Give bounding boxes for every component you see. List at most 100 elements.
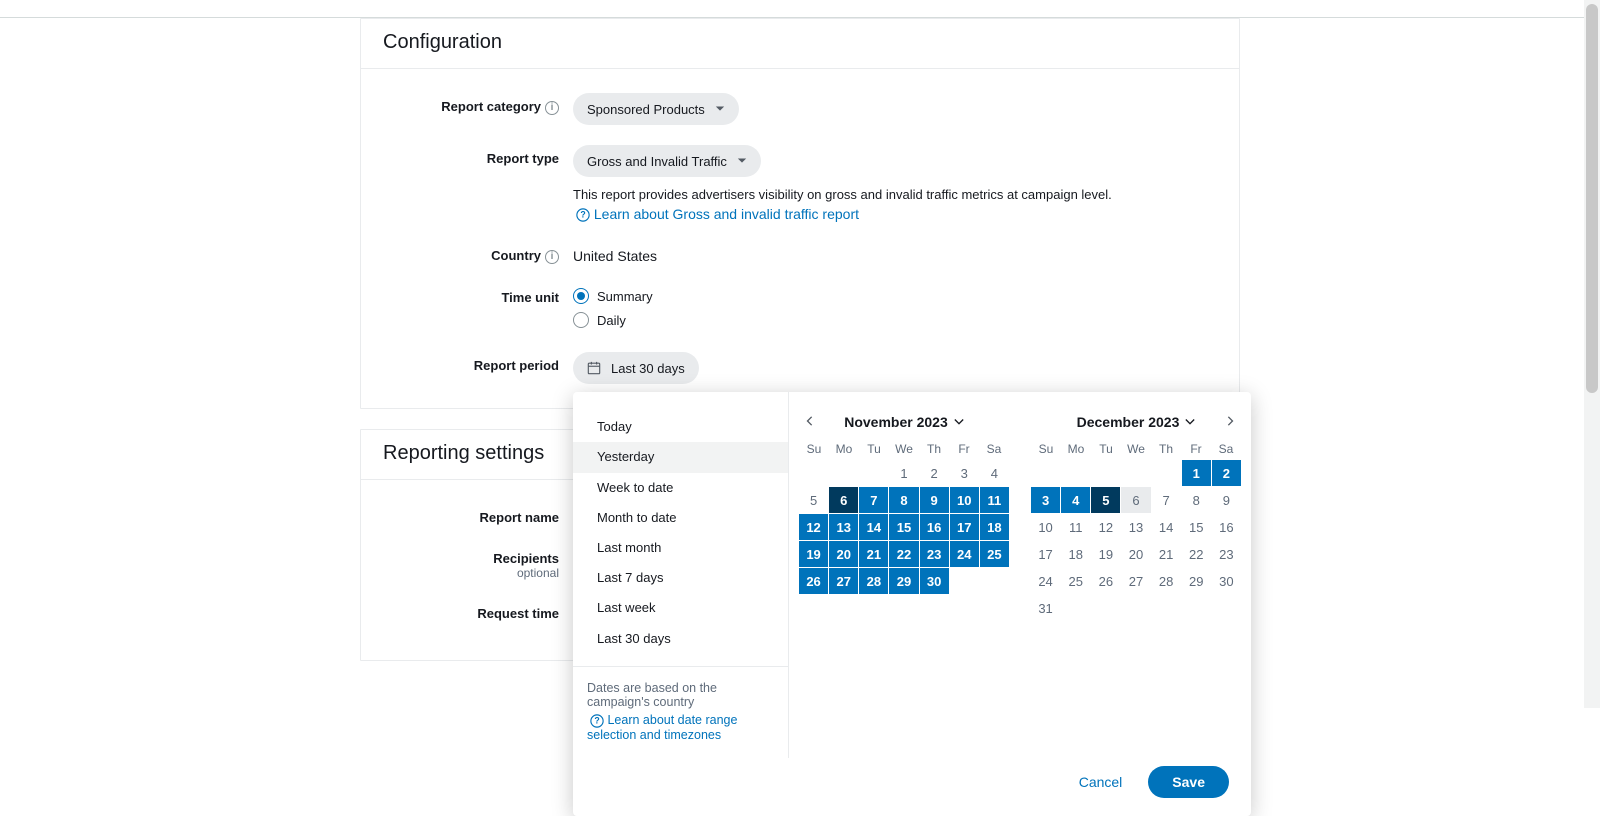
calendar-day[interactable]: 22: [1182, 541, 1211, 567]
calendar-day[interactable]: 25: [1061, 568, 1090, 594]
calendar-day[interactable]: 17: [1031, 541, 1060, 567]
preset-item[interactable]: Last month: [573, 533, 788, 563]
calendar-day[interactable]: 14: [859, 514, 888, 540]
report-period-label: Report period: [383, 352, 573, 384]
country-label: Countryi: [383, 242, 573, 264]
calendar-day[interactable]: 26: [1091, 568, 1120, 594]
dow-cell: We: [1121, 442, 1151, 456]
calendar-day[interactable]: 30: [1212, 568, 1241, 594]
calendar-day[interactable]: 9: [920, 487, 949, 513]
calendar-day[interactable]: 19: [1091, 541, 1120, 567]
calendar-day[interactable]: 10: [1031, 514, 1060, 540]
vertical-scrollbar[interactable]: [1584, 0, 1600, 708]
calendar-day[interactable]: 16: [1212, 514, 1241, 540]
calendar-day[interactable]: 19: [799, 541, 828, 567]
time-unit-daily-option[interactable]: Daily: [573, 308, 1217, 332]
calendar-day[interactable]: 20: [1121, 541, 1150, 567]
calendar-day[interactable]: 15: [889, 514, 918, 540]
date-cancel-button[interactable]: Cancel: [1073, 773, 1129, 791]
preset-item[interactable]: Last 7 days: [573, 563, 788, 593]
report-category-dropdown[interactable]: Sponsored Products: [573, 93, 739, 125]
calendar-day[interactable]: 24: [1031, 568, 1060, 594]
calendar-day[interactable]: 20: [829, 541, 858, 567]
calendar-day[interactable]: 9: [1212, 487, 1241, 513]
calendar-day[interactable]: 27: [829, 568, 858, 594]
calendar-day[interactable]: 23: [920, 541, 949, 567]
chevron-left-icon: [805, 416, 815, 426]
dow-cell: Fr: [1181, 442, 1211, 456]
calendar-day[interactable]: 21: [1152, 541, 1181, 567]
date-save-button[interactable]: Save: [1148, 766, 1229, 798]
calendar-day[interactable]: 15: [1182, 514, 1211, 540]
calendar-day[interactable]: 31: [1031, 595, 1060, 621]
calendar-day[interactable]: 1: [1182, 460, 1211, 486]
dow-cell: We: [889, 442, 919, 456]
calendar-day[interactable]: 5: [1091, 487, 1120, 513]
calendar-day[interactable]: 18: [980, 514, 1009, 540]
calendar-day[interactable]: 16: [920, 514, 949, 540]
calendar-day[interactable]: 6: [829, 487, 858, 513]
recipients-label: Recipients optional: [383, 545, 573, 580]
calendar-day[interactable]: 4: [1061, 487, 1090, 513]
calendar-day[interactable]: 29: [889, 568, 918, 594]
chevron-down-icon[interactable]: [1185, 417, 1195, 427]
calendar-day[interactable]: 14: [1152, 514, 1181, 540]
preset-learn-link[interactable]: Learn about date range selection and tim…: [587, 713, 737, 742]
time-unit-summary-radio[interactable]: [573, 288, 589, 304]
calendar-day[interactable]: 11: [980, 487, 1009, 513]
preset-item[interactable]: Yesterday: [573, 442, 788, 472]
calendar-day[interactable]: 27: [1121, 568, 1150, 594]
calendar-day[interactable]: 21: [859, 541, 888, 567]
time-unit-daily-radio[interactable]: [573, 312, 589, 328]
calendar-day[interactable]: 3: [950, 460, 979, 486]
calendar-day[interactable]: 18: [1061, 541, 1090, 567]
info-icon[interactable]: i: [545, 250, 559, 264]
report-type-learn-link[interactable]: Learn about Gross and invalid traffic re…: [594, 206, 859, 222]
calendar-day[interactable]: 13: [829, 514, 858, 540]
calendar-day[interactable]: 17: [950, 514, 979, 540]
calendar-day[interactable]: 1: [889, 460, 918, 486]
preset-item[interactable]: Today: [573, 412, 788, 442]
calendar-day[interactable]: 2: [920, 460, 949, 486]
time-unit-summary-option[interactable]: Summary: [573, 284, 1217, 308]
report-type-label: Report type: [383, 145, 573, 222]
info-icon[interactable]: i: [545, 101, 559, 115]
preset-item[interactable]: Last week: [573, 593, 788, 623]
dow-cell: Mo: [829, 442, 859, 456]
time-unit-label: Time unit: [383, 284, 573, 332]
preset-item[interactable]: Last 30 days: [573, 624, 788, 654]
help-icon: ?: [576, 208, 590, 222]
request-time-label: Request time: [383, 600, 573, 648]
calendar-day[interactable]: 6: [1121, 487, 1150, 513]
calendar-day[interactable]: 13: [1121, 514, 1150, 540]
chevron-down-icon[interactable]: [954, 417, 964, 427]
calendar-day[interactable]: 7: [1152, 487, 1181, 513]
calendar-day[interactable]: 8: [1182, 487, 1211, 513]
calendar-day[interactable]: 25: [980, 541, 1009, 567]
calendar-day[interactable]: 11: [1061, 514, 1090, 540]
calendar-day[interactable]: 3: [1031, 487, 1060, 513]
calendar-day[interactable]: 7: [859, 487, 888, 513]
report-type-dropdown[interactable]: Gross and Invalid Traffic: [573, 145, 761, 177]
calendar-day[interactable]: 12: [1091, 514, 1120, 540]
next-month-button[interactable]: [1223, 412, 1237, 431]
calendar-day[interactable]: 22: [889, 541, 918, 567]
report-period-value: Last 30 days: [611, 361, 685, 376]
calendar-day[interactable]: 5: [799, 487, 828, 513]
calendar-day[interactable]: 28: [1152, 568, 1181, 594]
calendar-day[interactable]: 2: [1212, 460, 1241, 486]
calendar-day[interactable]: 23: [1212, 541, 1241, 567]
calendar-day[interactable]: 28: [859, 568, 888, 594]
calendar-day[interactable]: 29: [1182, 568, 1211, 594]
calendar-day[interactable]: 26: [799, 568, 828, 594]
calendar-day[interactable]: 30: [920, 568, 949, 594]
calendar-day[interactable]: 10: [950, 487, 979, 513]
calendar-day[interactable]: 8: [889, 487, 918, 513]
preset-item[interactable]: Month to date: [573, 503, 788, 533]
preset-item[interactable]: Week to date: [573, 473, 788, 503]
report-period-button[interactable]: Last 30 days: [573, 352, 699, 384]
calendar-day[interactable]: 12: [799, 514, 828, 540]
calendar-day[interactable]: 4: [980, 460, 1009, 486]
prev-month-button[interactable]: [803, 412, 817, 431]
calendar-day[interactable]: 24: [950, 541, 979, 567]
